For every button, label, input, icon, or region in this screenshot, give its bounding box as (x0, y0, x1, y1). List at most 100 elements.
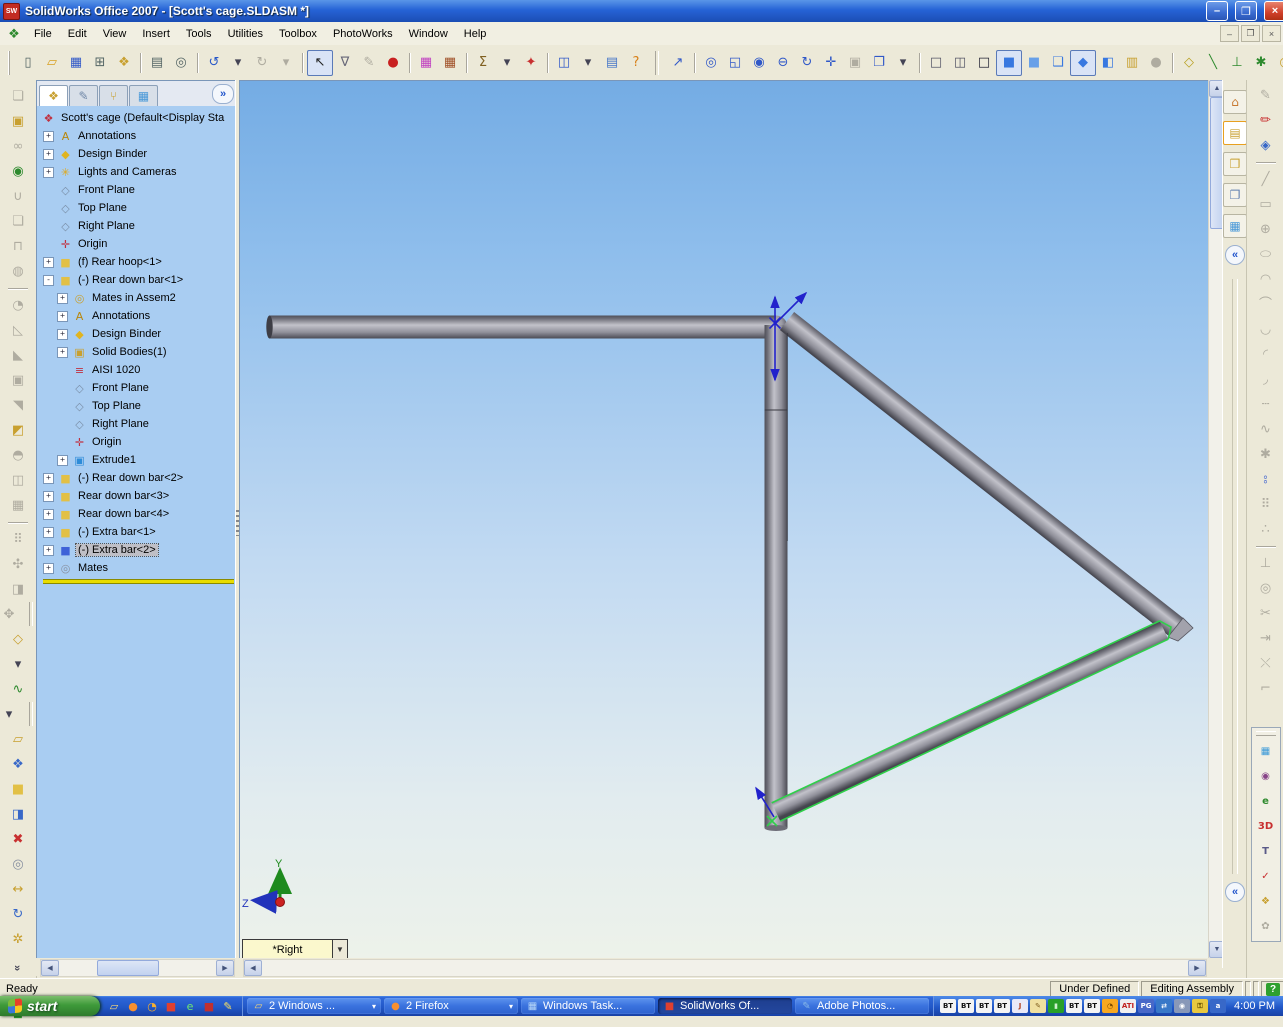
section-view-button[interactable]: ◧ (1096, 51, 1120, 75)
ellipse-button[interactable]: ⬭ (1253, 242, 1279, 267)
taskpane-tab-search[interactable]: ❐ (1223, 183, 1247, 207)
standard-views-button[interactable]: ❐ (867, 51, 891, 75)
tree-expander[interactable] (57, 383, 68, 394)
reference-geometry-dropdown[interactable]: ▾ (5, 652, 31, 677)
tree-item-material-aisi-1020[interactable]: ≡AISI 1020 (41, 361, 236, 379)
view-orientation-dropdown[interactable]: *Right ▼ (242, 939, 348, 959)
quicklaunch-clock[interactable]: ◔ (144, 998, 160, 1014)
undo-dropdown[interactable]: ▾ (226, 51, 250, 75)
tree-expander[interactable]: - (43, 275, 54, 286)
circle-button[interactable]: ⊕ (1253, 217, 1279, 242)
tree-item-top-plane[interactable]: ◇Top Plane (41, 199, 236, 217)
mirror-entities-button[interactable]: ⦂ (1253, 467, 1279, 492)
tree-expander[interactable]: + (43, 131, 54, 142)
insert-components-button[interactable]: ▱ (5, 727, 31, 752)
tray-java[interactable]: J (1012, 999, 1028, 1013)
edrawings-button[interactable]: e (1253, 789, 1279, 814)
tree-item-extra-bar-1[interactable]: +■(-) Extra bar<1> (41, 523, 236, 541)
tree-item-right-plane[interactable]: ◇Right Plane (41, 217, 236, 235)
view-origins-button[interactable]: ⊥ (1225, 51, 1249, 75)
tree-expander[interactable]: + (43, 149, 54, 160)
measure-button[interactable]: Σ (471, 51, 495, 75)
mdi-restore-button[interactable]: ❐ (1241, 25, 1260, 42)
print-button[interactable]: ▤ (145, 51, 169, 75)
make-smart-component-button[interactable]: ❖ (5, 752, 31, 777)
zoom-to-fit-button[interactable]: ◎ (699, 51, 723, 75)
print-preview-button[interactable]: ◎ (169, 51, 193, 75)
tree-expander[interactable]: + (43, 545, 54, 556)
tree-expander[interactable]: + (43, 563, 54, 574)
tree-item-design-binder[interactable]: +◆Design Binder (41, 145, 236, 163)
tree-expander[interactable]: + (57, 455, 68, 466)
quicklaunch-solidworks[interactable]: ■ (163, 998, 179, 1014)
mates-button[interactable]: ◎ (5, 852, 31, 877)
quicklaunch-solidworks-viewer[interactable]: ■ (201, 998, 217, 1014)
tree-item-front-plane[interactable]: ◇Front Plane (41, 181, 236, 199)
hidden-lines-visible-button[interactable]: ◫ (948, 51, 972, 75)
show-hidden-components-button[interactable]: ◨ (5, 802, 31, 827)
horizontal-scroll-thumb[interactable] (97, 960, 159, 976)
rib-button[interactable]: ◣ (5, 343, 31, 368)
rotate-view-button[interactable]: ↻ (795, 51, 819, 75)
quicklaunch-firefox[interactable]: ● (125, 998, 141, 1014)
tree-expander[interactable]: + (43, 527, 54, 538)
menu-item[interactable]: Tools (178, 25, 220, 43)
featureworks-button[interactable]: ❖ (1253, 889, 1279, 914)
new-button[interactable]: ▯ (16, 51, 40, 75)
tree-item-mates[interactable]: +◎Mates (41, 559, 236, 577)
tree-item-extra-bar-2[interactable]: +■(-) Extra bar<2> (41, 541, 236, 559)
edit-color-button[interactable]: ▦ (414, 51, 438, 75)
shaded-button[interactable]: ■ (1022, 51, 1046, 75)
design-checker-button[interactable]: ✓ (1253, 864, 1279, 889)
tree-expander[interactable]: + (43, 491, 54, 502)
tray-bt-4[interactable]: BT (994, 999, 1010, 1013)
tree-expander[interactable]: + (57, 329, 68, 340)
taskbar-button-dropdown[interactable]: ▾ (372, 1002, 376, 1011)
tree-horizontal-scrollbar[interactable]: ◀ ▶ (40, 959, 235, 977)
tree-expander[interactable]: + (43, 167, 54, 178)
sketch-button[interactable]: ✎ (357, 51, 381, 75)
tree-expander[interactable]: + (57, 311, 68, 322)
zoom-to-area-button[interactable]: ◱ (723, 51, 747, 75)
spline-button[interactable]: ∿ (1253, 417, 1279, 442)
scroll-left-button[interactable]: ◀ (41, 960, 59, 976)
photoworks-render-button[interactable]: ✦ (519, 51, 543, 75)
sketch-fillet-button[interactable]: ◞ (1253, 367, 1279, 392)
centerpoint-arc-button[interactable]: ◜ (1253, 342, 1279, 367)
tree-expander[interactable]: + (43, 257, 54, 268)
scroll-right-button[interactable]: ▶ (216, 960, 234, 976)
realview-button[interactable]: ▥ (1120, 51, 1144, 75)
wireframe-button[interactable]: □ (924, 51, 948, 75)
taskbar-button-solidworks[interactable]: ■SolidWorks Of... (658, 998, 792, 1014)
linear-pattern-button[interactable]: ⠿ (5, 527, 31, 552)
tree-item-mates-in-assem2[interactable]: +◎Mates in Assem2 (41, 289, 236, 307)
tree-item-lights-cameras[interactable]: +✳Lights and Cameras (41, 163, 236, 181)
select-button[interactable]: ↖ (307, 50, 333, 76)
start-button[interactable]: start (0, 996, 100, 1016)
redo-dropdown[interactable]: ▾ (274, 51, 298, 75)
tree-item-rear-down-bar-1[interactable]: -■(-) Rear down bar<1> (41, 271, 236, 289)
curve-button[interactable]: ∿ (5, 677, 31, 702)
linear-sketch-pattern-button[interactable]: ⠿ (1253, 492, 1279, 517)
tray-green-app[interactable]: ▮ (1048, 999, 1064, 1013)
tree-expander[interactable] (57, 419, 68, 430)
minimize-button[interactable]: – (1206, 1, 1228, 21)
chamfer-button[interactable]: ◺ (5, 318, 31, 343)
extend-entities-button[interactable]: ⇥ (1253, 626, 1279, 651)
cosmosxpress-button[interactable]: ✿ (1253, 914, 1279, 939)
shaded-with-edges-button[interactable]: ■ (996, 50, 1022, 76)
pan-button[interactable]: ✛ (819, 51, 843, 75)
draft-button[interactable]: ◥ (5, 393, 31, 418)
sketch-tool-button[interactable]: ✎ (1253, 83, 1279, 108)
tangent-arc-button[interactable]: ◡ (1253, 317, 1279, 342)
menu-item[interactable]: File (26, 25, 60, 43)
open-button[interactable]: ▱ (40, 51, 64, 75)
circular-pattern-button[interactable]: ✣ (5, 552, 31, 577)
three-point-arc-button[interactable]: ⌒ (1253, 292, 1279, 317)
tray-bt-6[interactable]: BT (1084, 999, 1100, 1013)
view-axes-button[interactable]: ╲ (1201, 51, 1225, 75)
viewport-split-button[interactable]: ◫ (552, 51, 576, 75)
rotate-component-button[interactable]: ↻ (5, 902, 31, 927)
redo-button[interactable]: ↻ (250, 51, 274, 75)
tree-expander[interactable]: + (43, 509, 54, 520)
